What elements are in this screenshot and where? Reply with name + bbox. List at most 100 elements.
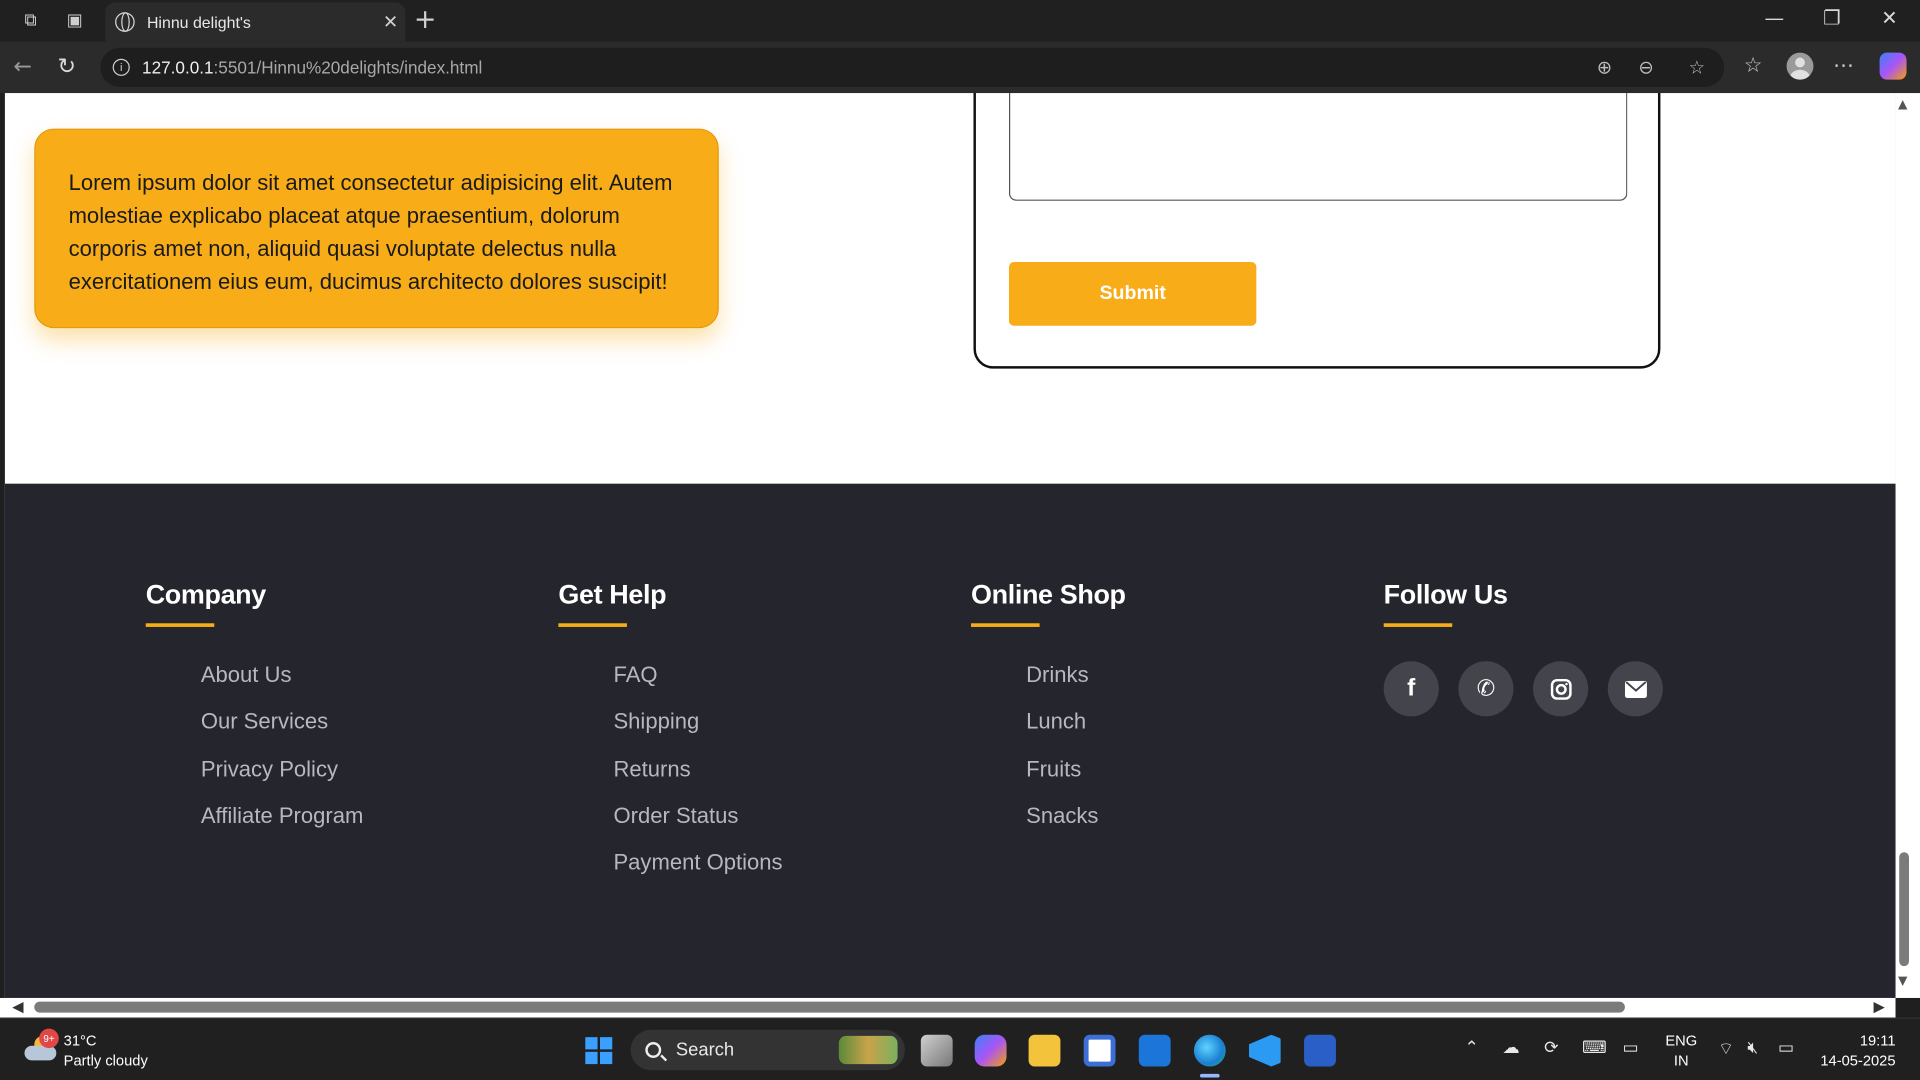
heading-underline (1383, 623, 1453, 627)
minimize-button[interactable]: — (1746, 6, 1802, 29)
sync-icon[interactable]: ⟳ (1544, 1038, 1558, 1058)
show-hidden-icons-chevron-icon[interactable]: ⌃ (1465, 1038, 1479, 1058)
instagram-icon[interactable] (1533, 661, 1589, 717)
scroll-down-arrow-icon[interactable]: ▼ (1898, 975, 1907, 988)
url-path: :5501/Hinnu%20delights/index.html (213, 57, 483, 78)
url-host: 127.0.0.1 (142, 57, 214, 78)
footer-link-lunch[interactable]: Lunch (1026, 709, 1126, 756)
speaker-muted-icon[interactable]: 🔇︎ (1747, 1038, 1758, 1058)
more-menu-icon[interactable]: ⋯ (1833, 54, 1854, 78)
footer-heading: Online Shop (971, 579, 1126, 610)
footer-link-privacy-policy[interactable]: Privacy Policy (201, 756, 364, 803)
footer-link-shipping[interactable]: Shipping (613, 709, 782, 756)
footer-column-follow-us: Follow Us f ✆ (1383, 579, 1663, 717)
footer-heading: Follow Us (1383, 579, 1508, 610)
copilot-app-icon[interactable] (974, 1034, 1007, 1067)
system-clock[interactable]: 19:11 14-05-2025 (1817, 1031, 1895, 1070)
microsoft-store-icon[interactable] (1083, 1034, 1116, 1067)
refresh-button[interactable]: ↻ (58, 54, 76, 80)
footer-link-about-us[interactable]: About Us (201, 662, 364, 709)
horizontal-scroll-thumb[interactable] (34, 1001, 1625, 1013)
footer-link-affiliate-program[interactable]: Affiliate Program (201, 803, 364, 850)
facebook-icon[interactable]: f (1383, 661, 1439, 717)
search-icon (645, 1042, 662, 1058)
scroll-left-arrow-icon[interactable]: ◀ (12, 998, 23, 1015)
workspaces-icon[interactable]: ⧉ (18, 9, 42, 33)
language-code: ENG (1665, 1032, 1698, 1050)
tab-title: Hinnu delight's (146, 12, 251, 32)
footer-link-payment-options[interactable]: Payment Options (613, 850, 782, 897)
file-explorer-icon[interactable] (1028, 1034, 1061, 1067)
message-textarea[interactable] (1008, 93, 1628, 201)
weather-icon[interactable]: 9+ (24, 1028, 59, 1065)
browser-tab[interactable]: Hinnu delight's ✕ (105, 2, 406, 42)
site-info-icon[interactable]: i (112, 58, 130, 76)
address-bar-row: ← ↻ i 127.0.0.1:5501/Hinnu%20delights/in… (0, 41, 1920, 94)
new-tab-button[interactable]: + (414, 5, 437, 36)
globe-icon (115, 12, 135, 32)
footer-link-returns[interactable]: Returns (613, 756, 782, 803)
phone-icon[interactable]: ✆ (1458, 661, 1514, 717)
heading-underline (558, 623, 627, 627)
edge-browser-icon[interactable] (1193, 1034, 1226, 1067)
footer-link-fruits[interactable]: Fruits (1026, 756, 1126, 803)
back-button[interactable]: ← (13, 54, 31, 80)
restore-button[interactable]: ❐ (1804, 6, 1860, 29)
scroll-right-arrow-icon[interactable]: ▶ (1873, 998, 1884, 1015)
favorites-icon[interactable]: ☆ (1744, 54, 1763, 78)
clock-time: 19:11 (1859, 1032, 1896, 1050)
quote-text: Lorem ipsum dolor sit amet consectetur a… (68, 170, 673, 294)
weather-widget[interactable]: 31°C Partly cloudy (64, 1031, 148, 1070)
vertical-scroll-thumb[interactable] (1899, 852, 1909, 967)
footer-link-our-services[interactable]: Our Services (201, 709, 364, 756)
browser-tab-bar: ⧉ ▣ Hinnu delight's ✕ + — ❐ ✕ (0, 0, 1920, 42)
favorite-star-icon[interactable]: ☆ (1689, 56, 1705, 78)
footer-link-snacks[interactable]: Snacks (1026, 803, 1126, 850)
task-view-icon[interactable] (920, 1034, 953, 1067)
vertical-tabs-icon[interactable]: ▣ (62, 9, 86, 33)
footer-link-faq[interactable]: FAQ (613, 662, 782, 709)
zoom-icon[interactable]: ⊕ (1597, 56, 1612, 78)
word-icon[interactable] (1304, 1034, 1336, 1067)
clock-date: 14-05-2025 (1820, 1051, 1896, 1069)
envelope-icon[interactable] (1607, 661, 1663, 717)
language-indicator[interactable]: ENG IN (1665, 1031, 1697, 1070)
url-field[interactable]: i 127.0.0.1:5501/Hinnu%20delights/index.… (100, 47, 1725, 87)
footer-link-order-status[interactable]: Order Status (613, 803, 782, 850)
horizontal-scrollbar[interactable]: ◀ ▶ (0, 997, 1896, 1018)
windows-start-icon[interactable] (585, 1037, 613, 1065)
contact-form: Submit (973, 93, 1661, 369)
windows-taskbar: 9+ 31°C Partly cloudy Search ⌃ ☁ ⟳ ⌨ ▭ E… (0, 1017, 1920, 1080)
footer-link-drinks[interactable]: Drinks (1026, 662, 1126, 709)
reading-mode-icon[interactable]: ⊖ (1638, 56, 1653, 78)
close-window-button[interactable]: ✕ (1861, 6, 1917, 29)
search-highlight-image (838, 1035, 898, 1065)
active-app-indicator (1200, 1073, 1220, 1078)
battery-icon[interactable]: ▭ (1778, 1038, 1794, 1058)
copilot-icon[interactable] (1879, 52, 1907, 80)
submit-button[interactable]: Submit (1008, 262, 1257, 326)
keyboard-icon[interactable]: ⌨ (1582, 1038, 1607, 1058)
profile-avatar[interactable] (1786, 52, 1814, 80)
wifi-icon[interactable]: ⌔ (1718, 1038, 1734, 1060)
taskbar-search[interactable]: Search (630, 1029, 905, 1071)
footer-column-online-shop: Online Shop Drinks Lunch Fruits Snacks (971, 579, 1126, 850)
scroll-up-arrow-icon[interactable]: ▲ (1898, 98, 1907, 111)
vscode-icon[interactable] (1248, 1034, 1281, 1067)
myhp-app-icon[interactable] (1138, 1034, 1171, 1067)
footer-column-company: Company About Us Our Services Privacy Po… (145, 579, 364, 850)
weather-condition: Partly cloudy (63, 1051, 148, 1069)
site-footer: Company About Us Our Services Privacy Po… (4, 483, 1896, 998)
tab-close-icon[interactable]: ✕ (376, 11, 405, 33)
display-icon[interactable]: ▭ (1622, 1038, 1638, 1058)
onedrive-icon[interactable]: ☁ (1502, 1038, 1519, 1058)
heading-underline (971, 623, 1040, 627)
social-links: f ✆ (1383, 661, 1663, 717)
page-viewport: Lorem ipsum dolor sit amet consectetur a… (4, 93, 1896, 998)
search-label: Search (675, 1039, 735, 1061)
vertical-scrollbar[interactable]: ▲ ▼ (1895, 93, 1920, 998)
quote-card: Lorem ipsum dolor sit amet consectetur a… (34, 128, 719, 329)
footer-heading: Company (145, 579, 267, 610)
footer-column-get-help: Get Help FAQ Shipping Returns Order Stat… (558, 579, 783, 897)
temperature: 31°C (63, 1032, 97, 1050)
